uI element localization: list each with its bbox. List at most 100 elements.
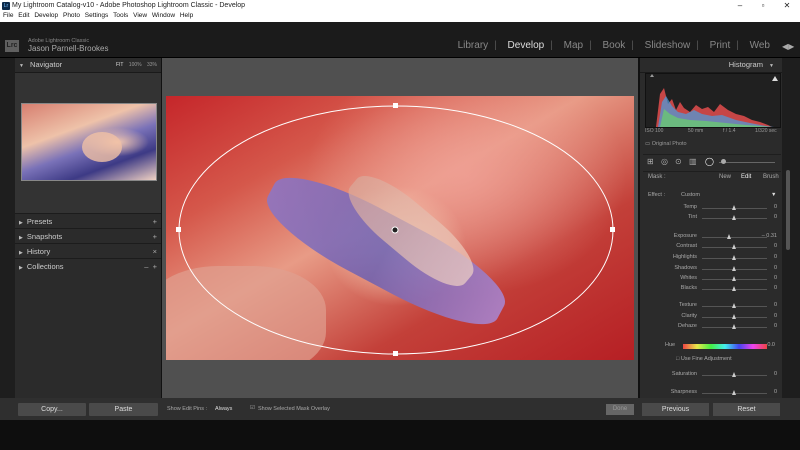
checkbox-icon[interactable]: □ <box>676 356 679 362</box>
mask-overlay-checkbox-icon[interactable]: ☑ <box>250 405 255 411</box>
previous-button[interactable]: Previous <box>642 403 709 416</box>
add-snapshot-icon[interactable]: + <box>153 229 157 244</box>
navigator-thumbnail[interactable] <box>21 103 157 181</box>
texture-value[interactable]: 0 <box>774 302 777 308</box>
highlights-slider-knob[interactable] <box>732 255 736 260</box>
right-panel-edge[interactable] <box>782 58 800 398</box>
menu-develop[interactable]: Develop <box>34 12 58 19</box>
hue-slider[interactable] <box>683 344 767 349</box>
exposure-slider-knob[interactable] <box>727 234 732 239</box>
module-slideshow[interactable]: Slideshow <box>645 40 691 51</box>
temp-value[interactable]: 0 <box>774 204 777 210</box>
histogram-header[interactable]: Histogram ▼ <box>640 58 782 73</box>
zoom-100[interactable]: 100% <box>129 62 142 68</box>
dehaze-slider-knob[interactable] <box>732 324 736 329</box>
texture-slider-knob[interactable] <box>732 303 736 308</box>
module-book[interactable]: Book <box>602 40 625 51</box>
menu-file[interactable]: File <box>3 12 13 19</box>
module-develop[interactable]: Develop <box>508 40 545 51</box>
contrast-slider-knob[interactable] <box>732 244 736 249</box>
saturation-value[interactable]: 0 <box>774 371 777 377</box>
filmstrip[interactable] <box>0 420 800 450</box>
add-preset-icon[interactable]: + <box>153 214 157 229</box>
left-panel-edge[interactable] <box>0 58 15 398</box>
exposure-value[interactable]: – 0.31 <box>762 233 777 239</box>
right-panel-scrollbar[interactable] <box>786 170 790 250</box>
menu-edit[interactable]: Edit <box>18 12 29 19</box>
mask-handle-right[interactable] <box>610 227 615 232</box>
saturation-slider-knob[interactable] <box>732 372 736 377</box>
dehaze-value[interactable]: 0 <box>774 323 777 329</box>
clarity-slider-knob[interactable] <box>732 314 736 319</box>
mask-edit-button[interactable]: Edit <box>741 174 751 180</box>
brush-slider-knob[interactable] <box>721 159 726 164</box>
highlights-label: Highlights <box>672 254 697 260</box>
radial-filter-icon[interactable]: ◯ <box>705 157 714 166</box>
copy-settings-button[interactable]: Copy... <box>18 403 86 416</box>
reset-button[interactable]: Reset <box>713 403 780 416</box>
radial-mask-overlay[interactable] <box>166 96 634 360</box>
red-eye-icon[interactable]: ⊙ <box>675 157 682 166</box>
collapse-right-arrow-icon[interactable]: ◀▶ <box>782 42 794 51</box>
window-title-bar: Lr My Lightroom Catalog-v10 - Adobe Phot… <box>0 0 800 12</box>
effect-dropdown-icon[interactable]: ▼ <box>771 192 776 198</box>
menu-window[interactable]: Window <box>152 12 175 19</box>
menu-photo[interactable]: Photo <box>63 12 80 19</box>
contrast-value[interactable]: 0 <box>774 243 777 249</box>
module-print[interactable]: Print <box>710 40 731 51</box>
mask-brush-button[interactable]: Brush <box>763 174 779 180</box>
shadows-slider-knob[interactable] <box>732 266 736 271</box>
blacks-slider-knob[interactable] <box>732 286 736 291</box>
zoom-33[interactable]: 33% <box>147 62 157 68</box>
zoom-fit[interactable]: FIT <box>116 62 123 68</box>
tint-slider-knob[interactable] <box>732 215 736 220</box>
graduated-filter-icon[interactable]: ▥ <box>689 157 697 166</box>
menu-view[interactable]: View <box>133 12 147 19</box>
close-button[interactable]: ✕ <box>780 1 794 10</box>
effect-preset-select[interactable]: Custom <box>681 192 700 198</box>
fine-adjustment-checkbox[interactable]: □ Use Fine Adjustment <box>676 356 732 362</box>
add-collection-icon[interactable]: – + <box>144 259 157 274</box>
menu-settings[interactable]: Settings <box>85 12 109 19</box>
navigator-header[interactable]: ▼ Navigator FIT 100% 33% <box>15 58 161 73</box>
temp-slider-knob[interactable] <box>732 205 736 210</box>
mask-handle-bottom[interactable] <box>393 351 398 356</box>
history-section[interactable]: ▶ History × <box>15 243 161 259</box>
sharpness-value[interactable]: 0 <box>774 389 777 395</box>
exposure-slider[interactable] <box>702 237 767 238</box>
menu-help[interactable]: Help <box>180 12 193 19</box>
tint-value[interactable]: 0 <box>774 214 777 220</box>
crop-tool-icon[interactable]: ⊞ <box>647 157 654 166</box>
mask-pin-icon[interactable] <box>391 226 399 234</box>
sharpness-slider-knob[interactable] <box>732 390 736 395</box>
highlight-clip-indicator-icon <box>772 76 778 81</box>
brush-size-slider[interactable] <box>719 162 775 163</box>
maximize-button[interactable]: ▫ <box>756 1 770 10</box>
mask-new-button[interactable]: New <box>719 174 731 180</box>
clear-history-icon[interactable]: × <box>153 244 157 259</box>
minimize-button[interactable]: – <box>733 1 747 10</box>
done-button[interactable]: Done <box>606 404 634 415</box>
navigator-zoom-options: FIT 100% 33% <box>112 58 157 72</box>
whites-value[interactable]: 0 <box>774 275 777 281</box>
spot-removal-icon[interactable]: ◎ <box>661 157 668 166</box>
snapshots-section[interactable]: ▶ Snapshots + <box>15 228 161 244</box>
histogram-chart[interactable] <box>645 73 781 128</box>
presets-section[interactable]: ▶ Presets + <box>15 213 161 229</box>
app-icon: Lr <box>2 2 10 10</box>
blacks-value[interactable]: 0 <box>774 285 777 291</box>
whites-slider-knob[interactable] <box>732 276 736 281</box>
mask-handle-top[interactable] <box>393 103 398 108</box>
collections-section[interactable]: ▶ Collections – + <box>15 258 161 274</box>
module-web[interactable]: Web <box>750 40 770 51</box>
original-photo-indicator: ▭ Original Photo <box>645 141 687 147</box>
paste-settings-button[interactable]: Paste <box>89 403 158 416</box>
menu-tools[interactable]: Tools <box>113 12 128 19</box>
mask-handle-left[interactable] <box>176 227 181 232</box>
module-library[interactable]: Library <box>458 40 489 51</box>
show-edit-pins-select[interactable]: Always <box>215 406 232 412</box>
clarity-value[interactable]: 0 <box>774 313 777 319</box>
highlights-value[interactable]: 0 <box>774 254 777 260</box>
module-map[interactable]: Map <box>564 40 583 51</box>
shadows-value[interactable]: 0 <box>774 265 777 271</box>
